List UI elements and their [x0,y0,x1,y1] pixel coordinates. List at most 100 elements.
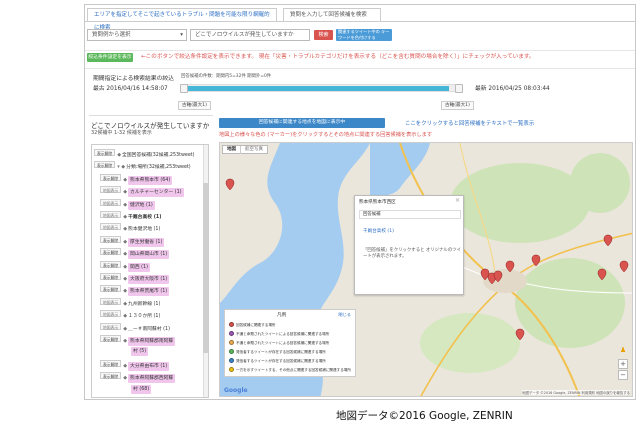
tree-row-toggle-button[interactable]: 地図表示 [100,186,122,194]
tree-row-toggle-button[interactable]: 表示解除 [100,248,122,256]
tree-row-label[interactable]: 熊本健沢地 (1) [128,227,160,232]
tree-row-label[interactable]: ＿ー＃南阿蘇村 (1) [128,327,170,332]
tree-row-toggle-button[interactable]: 表示解除 [100,235,122,243]
tree-row-toggle-button[interactable]: 表示解除 [100,372,122,380]
tree-row[interactable]: 村 (5) [131,347,149,357]
tree-row-label[interactable]: 村 (68) [131,384,152,394]
tree-row-label[interactable]: 熊本県熊本市 (64) [128,175,173,185]
tree-row-label[interactable]: 熊本県荒尾市 (1) [128,287,170,297]
tree-row-toggle-button[interactable]: 表示解除 [100,273,122,280]
info-window: 熊本県熊本市西区 × 回答候補 千厩台高校 (1) 「回答候補」をクリックすると… [354,195,464,295]
zoom-out-button[interactable]: − [618,370,628,380]
tree-scrollbar[interactable] [203,145,208,397]
slider-handle-left[interactable] [180,84,188,93]
question-input[interactable]: どこでノロウイルスが発生していますか [190,29,310,41]
tree-row[interactable]: 村 (68) [131,384,152,394]
tree-row[interactable]: 地図表示 ◆熊本健沢地 (1) [100,223,160,232]
tree-row-toggle-button[interactable]: 表示解除 [100,173,122,181]
tree-row[interactable]: 表示解除 ◆ 岡山県岡山市 (1) [100,248,170,260]
tree-row[interactable]: 地図表示 ◆１３０か所 (1) [100,310,160,319]
tree-row[interactable]: 表示解除 ◆ 熊本県阿蘇郡南阿蘇 [100,335,176,346]
filter-row: 絞込条件設定を表示 ←このボタンで絞込条件設定を表示できます。 現在「災害・トラ… [85,50,635,62]
tree-row[interactable]: 表示解除 ◆ 厚生労働省 (1) [100,235,165,247]
tree-row-label[interactable]: 厚生労働省 (1) [128,237,165,247]
tree-row[interactable]: 表示解除 ◆ 熊本県阿蘇郡西阿蘇 [100,372,176,384]
tree-row-toggle-button[interactable]: 表示解除 [94,149,116,156]
tree-row-toggle-button[interactable]: 地図表示 [100,223,122,231]
tree-row-toggle-button[interactable]: 表示解除 [100,285,122,293]
period-count: 回答候補の件数：期間内5=32件 期間外=0件 [181,74,272,79]
tree-row[interactable]: 表示解除 ◆ 熊本県荒尾市 (1) [100,285,170,297]
map-type-map[interactable]: 地図 [223,146,240,154]
tree-row[interactable]: 表示解除 ◆ 大分県由布市 (1) [100,359,170,371]
map-view-button[interactable]: 回答候補に関連する地点を地図に表示中 [219,118,385,128]
tree-row-label[interactable]: 熊本県阿蘇郡南阿蘇 [128,337,176,346]
tree-row-label[interactable]: 全国回答候補(32候補,253tweet) [122,153,195,158]
map-type-satellite[interactable]: 航空写真 [240,146,267,154]
period-slider[interactable] [180,84,463,93]
slider-handle-right[interactable] [455,84,463,93]
legend-item: 一方を示すツイートする、その他点に関連する回答候補に関連する場所 [229,366,351,374]
tree-row-label[interactable]: 九州新幹線 (1) [128,302,160,307]
tree-row-label[interactable]: カルチャーセンター (1) [128,188,184,198]
street-view-icon[interactable]: ♟ [619,345,627,355]
tree-row-toggle-button[interactable]: 地図表示 [100,322,122,330]
pin-icon: ◆ [123,288,128,295]
tree-row-toggle-button[interactable]: 表示解除 [100,359,122,367]
tree-row-toggle-button[interactable]: 表示解除 [100,260,122,268]
close-icon[interactable]: × [455,197,460,204]
question-example-select[interactable]: 質問例から選択 ▾ [87,29,187,41]
tree-row-toggle-button[interactable]: 地図表示 [100,211,122,218]
tree-row[interactable]: 表示解除 ◆ 熊本県熊本市 (64) [100,173,173,185]
info-window-candidate-link[interactable]: 千厩台高校 (1) [363,228,394,234]
tree-row-label[interactable]: 村 (5) [131,347,149,357]
tree-row[interactable]: 地図表示 ◆ カルチャーセンター (1) [100,186,184,198]
tree-row-label[interactable]: 関西 (1) [128,262,150,272]
pin-icon: ◆ [123,226,128,233]
tree-row-label[interactable]: 千厩台高校 (1) [128,215,161,220]
legend-close-link[interactable]: 閉じる [338,312,351,318]
tree-row-label[interactable]: 熊本県阿蘇郡西阿蘇 [128,374,176,384]
map-copyright: 地図データ ©2016 Google, ZENRIN 利用規約 地図の誤りを報告… [522,390,630,395]
period-left-button[interactable]: 古軸(最大1) [178,101,211,110]
tree-row[interactable]: 表示解除 ◆ 大阪府大阪市 (1) [100,273,170,284]
tree-row[interactable]: 地図表示 ◆ 健沢地 (1) [100,198,155,210]
tab-question-search[interactable]: 質問を入力して回答候補を検索 [283,8,381,21]
search-mode-tabs: エリアを指定してそこで起きているトラブル・問題を可能な限り網羅的に検索 質問を入… [85,5,635,31]
legend-item: 発信者するツイートが存在する回答候補に関連する場所 [229,357,326,365]
tree-row-toggle-button[interactable]: 表示解除 [100,335,122,342]
scrollbar-thumb[interactable] [203,183,208,353]
pin-icon: ◆ [123,300,128,307]
image-caption: 地図データ©2016 Google, ZENRIN [336,410,513,422]
tree-row-label[interactable]: 大阪府大阪市 (1) [128,275,170,284]
tree-row-label[interactable]: 健沢地 (1) [128,200,155,210]
keyword-color-button[interactable]: 関連するツイート中の キーワードを色付けする [336,29,392,41]
google-map[interactable]: 地図 航空写真 熊本県熊本市西区 × 回答候補 千厩台高校 (1) 「回答候補」を… [219,142,633,397]
period-right-button[interactable]: 古軸(最大1) [441,101,474,110]
tree-row-label[interactable]: 分類:場所(32候補,253tweet) [126,165,191,170]
tree-row-toggle-button[interactable]: 表示解除 [94,161,116,169]
tree-row-label[interactable]: 大分県由布市 (1) [128,361,170,371]
tree-row[interactable]: 地図表示 ◆＿ー＃南阿蘇村 (1) [100,322,170,332]
map-type-toggle[interactable]: 地図 航空写真 [222,145,268,154]
show-filter-button[interactable]: 絞込条件設定を表示 [87,53,133,62]
marker-icon [229,331,234,336]
search-button[interactable]: 検索 [314,30,333,40]
period-filter: 期間指定による検索結果の絞込 回答候補の件数：期間内5=32件 期間外=0件 最… [85,68,635,112]
zoom-in-button[interactable]: + [618,359,628,369]
legend-title: 凡例 [277,313,287,318]
tree-row[interactable]: 表示解除 ◆全国回答候補(32候補,253tweet) [94,149,195,158]
tree-row[interactable]: 表示解除 ▾ ◆分類:場所(32候補,253tweet) [94,161,191,170]
tree-row[interactable]: 地図表示 ◆九州新幹線 (1) [100,297,160,307]
tree-row-toggle-button[interactable]: 地図表示 [100,297,122,305]
marker-icon [229,322,234,327]
tree-row[interactable]: 地図表示 ◆千厩台高校 (1) [100,211,161,220]
tree-row-toggle-button[interactable]: 地図表示 [100,198,122,206]
text-list-link[interactable]: ここをクリックすると回答候補をテキストで一覧表示 [405,119,534,127]
tree-row-label[interactable]: １３０か所 (1) [128,314,160,319]
tree-row[interactable]: 表示解除 ◆ 関西 (1) [100,260,150,272]
tree-row-toggle-button[interactable]: 地図表示 [100,310,122,318]
pin-icon: ◆ [123,338,128,344]
tab-area-search[interactable]: エリアを指定してそこで起きているトラブル・問題を可能な限り網羅的に検索 [87,8,277,31]
tree-row-label[interactable]: 岡山県岡山市 (1) [128,250,170,260]
